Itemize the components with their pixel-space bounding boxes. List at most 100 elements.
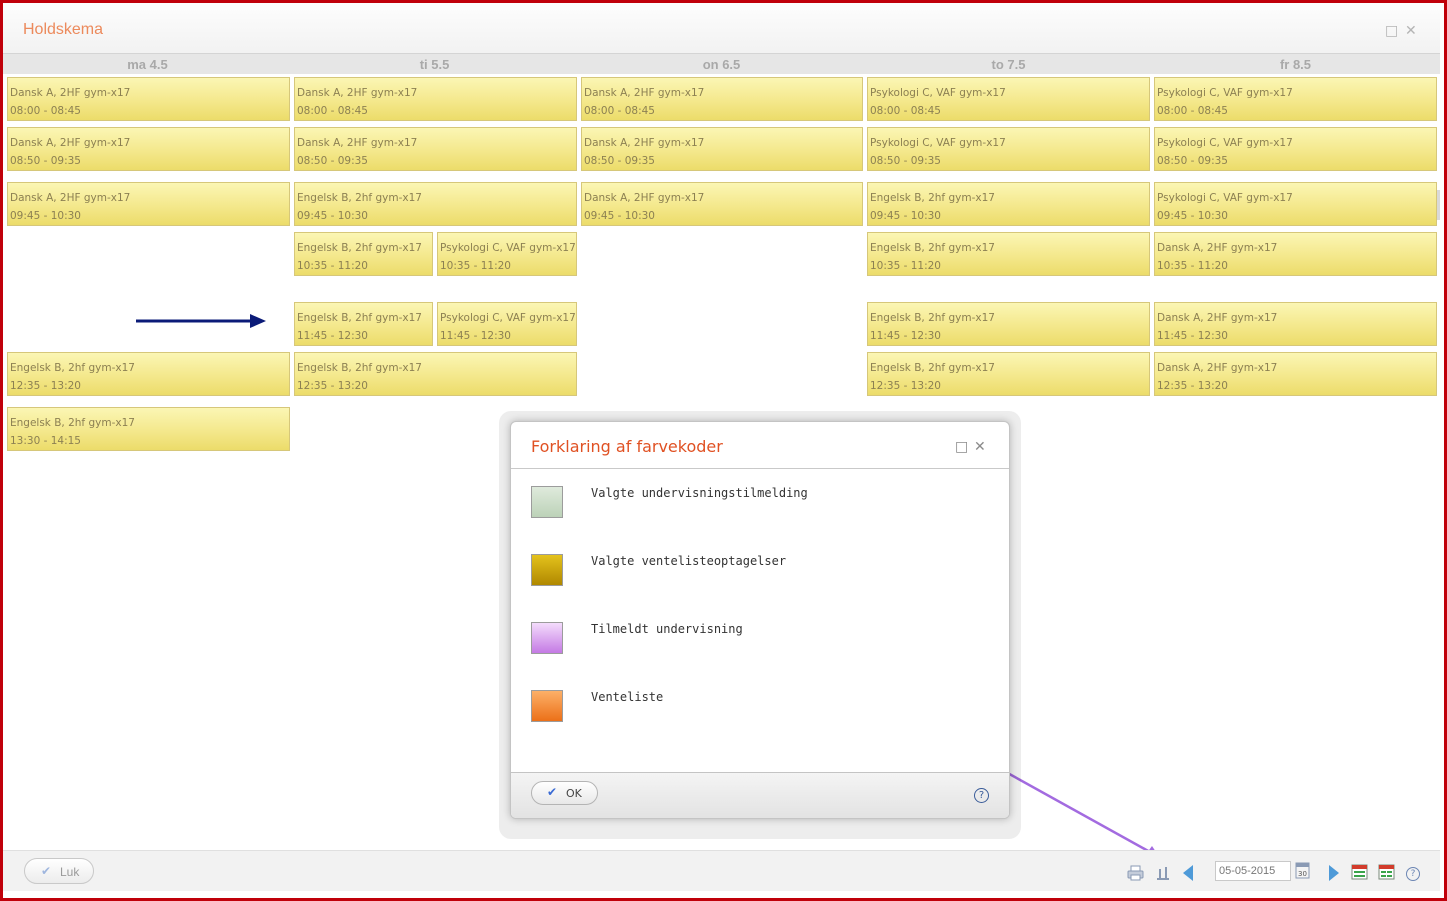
legend-swatch-waitlist [531, 690, 563, 722]
lesson-course: Dansk A, 2HF gym-x17 [297, 137, 418, 149]
lesson-block[interactable]: Dansk A, 2HF gym-x17 08:50 - 09:35 [581, 127, 863, 171]
day-header-monday: ma 4.5 [127, 57, 168, 72]
lesson-time: 08:50 - 09:35 [10, 155, 81, 167]
legend-label: Valgte undervisningstilmelding [591, 486, 808, 500]
lesson-course: Dansk A, 2HF gym-x17 [10, 192, 131, 204]
print-icon[interactable] [1127, 865, 1144, 881]
lesson-block[interactable]: Psykologi C, VAF gym-x17 08:50 - 09:35 [1154, 127, 1437, 171]
previous-week-icon[interactable] [1181, 864, 1195, 882]
lesson-time: 08:50 - 09:35 [297, 155, 368, 167]
ok-button[interactable]: ✔ OK [531, 781, 598, 805]
lesson-course: Psykologi C, VAF gym-x17 [1157, 192, 1293, 204]
lesson-block[interactable]: Engelsk B, 2hf gym-x17 12:35 - 13:20 [867, 352, 1150, 396]
lesson-block[interactable]: Engelsk B, 2hf gym-x17 12:35 - 13:20 [294, 352, 577, 396]
lesson-time: 08:50 - 09:35 [584, 155, 655, 167]
scrollbar[interactable] [1437, 190, 1440, 220]
lesson-time: 12:35 - 13:20 [10, 380, 81, 392]
day-header-thursday: to 7.5 [991, 57, 1026, 72]
lesson-block[interactable]: Psykologi C, VAF gym-x17 10:35 - 11:20 [437, 232, 577, 276]
lesson-course: Engelsk B, 2hf gym-x17 [10, 362, 135, 374]
help-icon[interactable]: ? [974, 788, 989, 803]
lesson-course: Psykologi C, VAF gym-x17 [1157, 137, 1293, 149]
lesson-course: Dansk A, 2HF gym-x17 [10, 87, 131, 99]
lesson-block[interactable]: Dansk A, 2HF gym-x17 09:45 - 10:30 [581, 182, 863, 226]
lesson-block[interactable]: Engelsk B, 2hf gym-x17 12:35 - 13:20 [7, 352, 290, 396]
lesson-course: Engelsk B, 2hf gym-x17 [870, 242, 995, 254]
lesson-time: 08:00 - 08:45 [10, 105, 81, 117]
lesson-course: Engelsk B, 2hf gym-x17 [297, 242, 422, 254]
lesson-block[interactable]: Dansk A, 2HF gym-x17 12:35 - 13:20 [1154, 352, 1437, 396]
next-week-icon[interactable] [1327, 864, 1341, 882]
maximize-icon[interactable]: □ [1385, 24, 1398, 38]
lesson-block[interactable]: Engelsk B, 2hf gym-x17 11:45 - 12:30 [294, 302, 433, 346]
lesson-time: 09:45 - 10:30 [584, 210, 655, 222]
lesson-course: Dansk A, 2HF gym-x17 [1157, 242, 1278, 254]
legend-label: Tilmeldt undervisning [591, 622, 743, 636]
lesson-block[interactable]: Psykologi C, VAF gym-x17 08:00 - 08:45 [867, 77, 1150, 121]
legend-swatch-selected-enrollment [531, 486, 563, 518]
lesson-course: Dansk A, 2HF gym-x17 [584, 87, 705, 99]
lesson-block[interactable]: Dansk A, 2HF gym-x17 08:00 - 08:45 [294, 77, 577, 121]
lesson-time: 08:00 - 08:45 [584, 105, 655, 117]
lesson-block[interactable]: Dansk A, 2HF gym-x17 08:00 - 08:45 [7, 77, 290, 121]
lesson-block[interactable]: Psykologi C, VAF gym-x17 08:00 - 08:45 [1154, 77, 1437, 121]
lesson-time: 08:00 - 08:45 [870, 105, 941, 117]
lesson-block[interactable]: Engelsk B, 2hf gym-x17 11:45 - 12:30 [867, 302, 1150, 346]
date-input[interactable] [1215, 861, 1291, 881]
day-header-tuesday: ti 5.5 [419, 57, 450, 72]
checkmark-icon: ✔ [547, 785, 558, 799]
dialog-footer: ✔ OK ? [511, 772, 1009, 818]
legend-label: Venteliste [591, 690, 664, 704]
lesson-block[interactable]: Engelsk B, 2hf gym-x17 10:35 - 11:20 [294, 232, 433, 276]
lesson-course: Dansk A, 2HF gym-x17 [10, 137, 131, 149]
legend-swatch-enrolled [531, 622, 563, 654]
lesson-course: Engelsk B, 2hf gym-x17 [297, 192, 422, 204]
lesson-block[interactable]: Dansk A, 2HF gym-x17 08:00 - 08:45 [581, 77, 863, 121]
lesson-time: 10:35 - 11:20 [297, 260, 368, 272]
lesson-course: Engelsk B, 2hf gym-x17 [297, 362, 422, 374]
close-button[interactable]: ✔ Luk [24, 858, 94, 884]
day-view-icon[interactable] [1351, 864, 1368, 880]
lesson-time: 08:00 - 08:45 [1157, 105, 1228, 117]
lesson-time: 08:50 - 09:35 [870, 155, 941, 167]
lesson-course: Psykologi C, VAF gym-x17 [440, 242, 576, 254]
lesson-block[interactable]: Psykologi C, VAF gym-x17 08:50 - 09:35 [867, 127, 1150, 171]
lesson-time: 12:35 - 13:20 [870, 380, 941, 392]
window-title: Holdskema [23, 21, 104, 38]
lesson-block[interactable]: Dansk A, 2HF gym-x17 08:50 - 09:35 [294, 127, 577, 171]
day-header-friday: fr 8.5 [1279, 57, 1312, 72]
dialog-maximize-icon[interactable]: □ [955, 440, 968, 454]
svg-text:30: 30 [1298, 870, 1307, 878]
lesson-block[interactable]: Psykologi C, VAF gym-x17 09:45 - 10:30 [1154, 182, 1437, 226]
lesson-block[interactable]: Dansk A, 2HF gym-x17 09:45 - 10:30 [7, 182, 290, 226]
lesson-block[interactable]: Dansk A, 2HF gym-x17 10:35 - 11:20 [1154, 232, 1437, 276]
lesson-course: Engelsk B, 2hf gym-x17 [10, 417, 135, 429]
lesson-block[interactable]: Engelsk B, 2hf gym-x17 13:30 - 14:15 [7, 407, 290, 451]
lesson-block[interactable]: Psykologi C, VAF gym-x17 11:45 - 12:30 [437, 302, 577, 346]
help-icon[interactable]: ? [1406, 867, 1420, 881]
lesson-block[interactable]: Dansk A, 2HF gym-x17 11:45 - 12:30 [1154, 302, 1437, 346]
calendar-icon[interactable]: 30 [1295, 862, 1310, 879]
lesson-time: 13:30 - 14:15 [10, 435, 81, 447]
dialog-close-icon[interactable]: ✕ [974, 440, 986, 454]
lesson-time: 11:45 - 12:30 [297, 330, 368, 342]
lesson-course: Dansk A, 2HF gym-x17 [1157, 362, 1278, 374]
lesson-time: 10:35 - 11:20 [870, 260, 941, 272]
ok-button-label: OK [566, 787, 582, 800]
lesson-block[interactable]: Engelsk B, 2hf gym-x17 10:35 - 11:20 [867, 232, 1150, 276]
annotation-arrow-blue [136, 314, 266, 328]
week-view-icon[interactable] [1378, 864, 1395, 880]
lesson-block[interactable]: Engelsk B, 2hf gym-x17 09:45 - 10:30 [867, 182, 1150, 226]
lesson-time: 08:00 - 08:45 [297, 105, 368, 117]
lesson-course: Dansk A, 2HF gym-x17 [297, 87, 418, 99]
lesson-course: Dansk A, 2HF gym-x17 [1157, 312, 1278, 324]
lesson-block[interactable]: Engelsk B, 2hf gym-x17 09:45 - 10:30 [294, 182, 577, 226]
dialog-title: Forklaring af farvekoder [531, 437, 723, 456]
day-header-wednesday: on 6.5 [702, 57, 741, 72]
lesson-time: 09:45 - 10:30 [1157, 210, 1228, 222]
legend-icon[interactable] [1156, 865, 1170, 881]
close-button-label: Luk [60, 865, 80, 879]
lesson-block[interactable]: Dansk A, 2HF gym-x17 08:50 - 09:35 [7, 127, 290, 171]
close-icon[interactable]: ✕ [1405, 24, 1417, 38]
legend-label: Valgte ventelisteoptagelser [591, 554, 787, 568]
